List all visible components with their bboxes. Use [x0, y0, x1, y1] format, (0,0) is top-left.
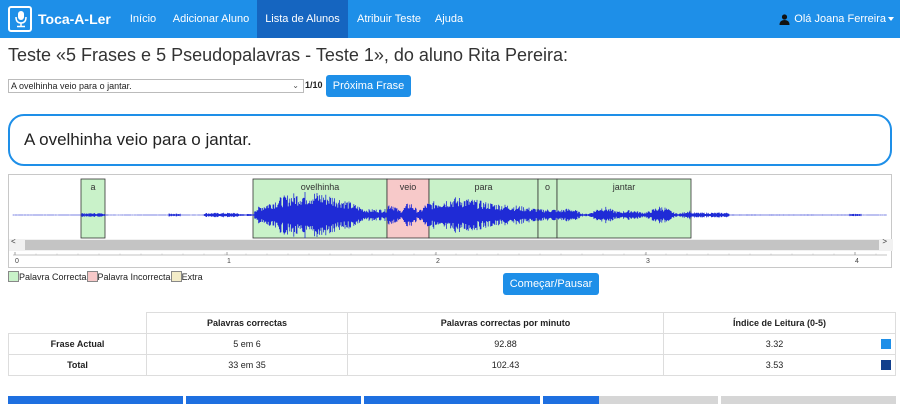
- scroll-left-icon[interactable]: <: [11, 237, 16, 246]
- legend-extra-swatch: [170, 271, 182, 282]
- sentence-select-value: A ovelhinha veio para o jantar.: [11, 81, 132, 91]
- word-label: o: [545, 182, 550, 192]
- progress-segment: [186, 396, 362, 404]
- progress-segment-fill: [542, 396, 599, 404]
- timeline-tick-label: 0: [15, 258, 19, 265]
- navbar: Toca-A-Ler Início Adicionar Aluno Lista …: [0, 0, 900, 38]
- timeline-tick-label: 2: [436, 258, 440, 265]
- stats-header-row: Palavras correctas Palavras correctas po…: [8, 312, 896, 334]
- brand[interactable]: Toca-A-Ler: [8, 5, 111, 33]
- timeline-tick-label: 4: [855, 258, 859, 265]
- header-reading-index: Índice de Leitura (0-5): [663, 312, 896, 334]
- nav-inicio[interactable]: Início: [122, 0, 164, 38]
- stats-row-current: Frase Actual 5 em 6 92.88 3.32: [8, 333, 896, 355]
- microphone-book-icon: [8, 6, 32, 32]
- chevron-down-icon: ⌄: [292, 81, 299, 90]
- start-pause-button[interactable]: Começar/Pausar: [503, 273, 599, 295]
- nav-ajuda[interactable]: Ajuda: [430, 0, 468, 38]
- correct-words-value: 5 em 6: [146, 333, 348, 355]
- legend: Palavra Correcta Palavra Incorrecta Extr…: [8, 271, 203, 282]
- word-label: ovelhinha: [301, 182, 340, 192]
- waveform-scrollbar-thumb[interactable]: [25, 240, 879, 250]
- user-icon: [779, 13, 790, 25]
- progress-segment: [720, 396, 896, 404]
- word-label: veio: [400, 182, 417, 192]
- legend-correct-label: Palavra Correcta: [19, 271, 87, 282]
- header-words-per-minute: Palavras correctas por minuto: [347, 312, 664, 334]
- timeline-tick-label: 3: [646, 258, 650, 265]
- progress-segment: [8, 396, 184, 404]
- sentence-select[interactable]: A ovelhinha veio para o jantar. ⌄: [8, 79, 304, 93]
- current-sentence: A ovelhinha veio para o jantar.: [8, 114, 892, 166]
- nav-lista-de-alunos[interactable]: Lista de Alunos: [257, 0, 348, 38]
- word-label: a: [90, 182, 95, 192]
- correct-words-value: 33 em 35: [146, 354, 348, 376]
- user-menu[interactable]: Olá Joana Ferreira: [779, 0, 894, 38]
- next-sentence-button[interactable]: Próxima Frase: [326, 75, 411, 97]
- scroll-right-icon[interactable]: >: [882, 237, 887, 246]
- legend-correct-swatch: [8, 271, 19, 282]
- user-name: Olá Joana Ferreira: [794, 13, 886, 25]
- brand-name: Toca-A-Ler: [38, 11, 111, 27]
- row-label: Total: [8, 354, 147, 376]
- legend-extra-label: Extra: [181, 271, 203, 282]
- progress-segment: [364, 396, 540, 404]
- word-label: jantar: [612, 182, 636, 192]
- caret-down-icon: [888, 17, 894, 21]
- word-label: para: [474, 182, 492, 192]
- legend-incorrect-swatch: [86, 271, 98, 282]
- series-color-swatch: [881, 360, 891, 370]
- sentence-counter: 1/10: [305, 80, 323, 90]
- timeline-tick-label: 1: [227, 258, 231, 265]
- wpm-value: 92.88: [347, 333, 664, 355]
- reading-index-value: 3.32: [765, 339, 784, 349]
- nav-adicionar-aluno[interactable]: Adicionar Aluno: [168, 0, 254, 38]
- test-progress-bar: [8, 396, 896, 408]
- reading-index-value: 3.53: [765, 360, 784, 370]
- nav-atribuir-teste[interactable]: Atribuir Teste: [352, 0, 426, 38]
- legend-incorrect-label: Palavra Incorrecta: [97, 271, 171, 282]
- wpm-value: 102.43: [347, 354, 664, 376]
- waveform-panel[interactable]: a ovelhinha veio para o jantar 0 1 2 3 4 < >: [8, 174, 893, 269]
- series-color-swatch: [881, 339, 891, 349]
- header-correct-words: Palavras correctas: [146, 312, 348, 334]
- stats-row-total: Total 33 em 35 102.43 3.53: [8, 354, 896, 376]
- row-label: Frase Actual: [8, 333, 147, 355]
- page-title: Teste «5 Frases e 5 Pseudopalavras - Tes…: [8, 45, 568, 65]
- stats-table: Palavras correctas Palavras correctas po…: [8, 312, 896, 376]
- waveform[interactable]: a ovelhinha veio para o jantar 0 1 2 3 4: [9, 175, 893, 269]
